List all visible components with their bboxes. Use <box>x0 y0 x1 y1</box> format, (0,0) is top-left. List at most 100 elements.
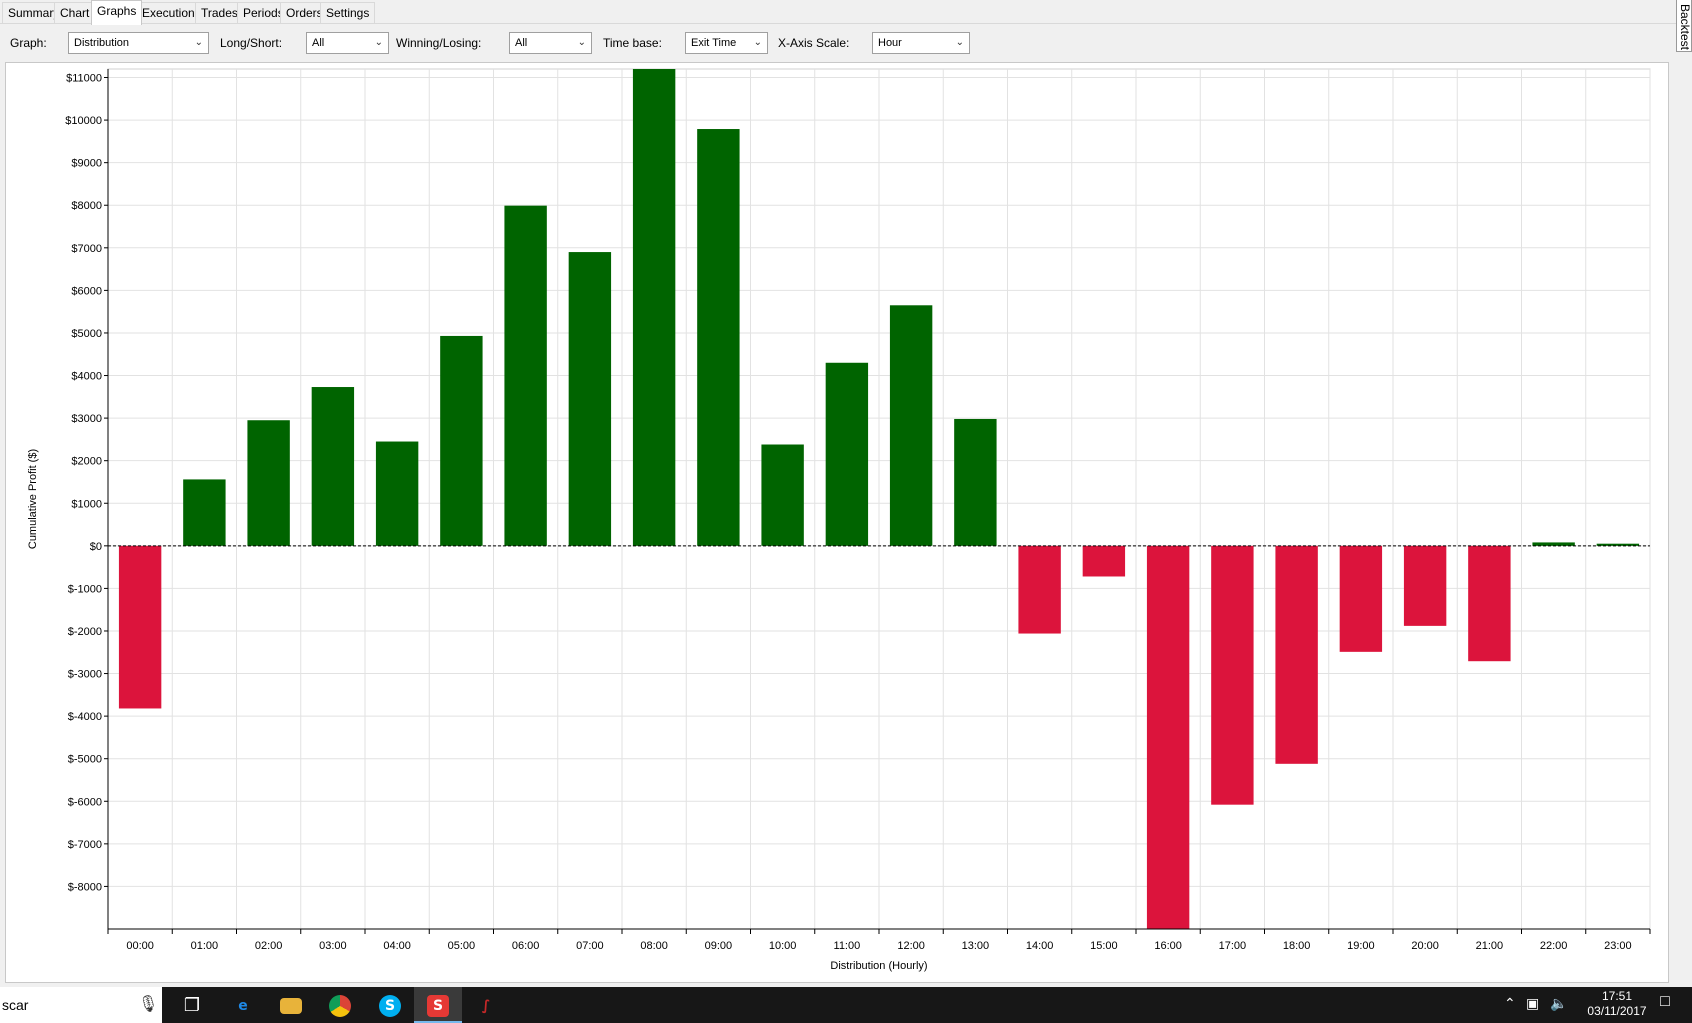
x-tick-label: 08:00 <box>640 940 668 952</box>
bar-1600 <box>1146 545 1190 929</box>
x-tick-label: 19:00 <box>1347 940 1375 952</box>
x-tick-label: 22:00 <box>1540 940 1568 952</box>
y-tick-label: $4000 <box>71 371 102 383</box>
x-tick-label: 10:00 <box>769 940 797 952</box>
y-tick-label: $-3000 <box>68 669 102 681</box>
y-tick-label: $3000 <box>71 413 102 425</box>
windows-taskbar: scar 🎙 ❐ e S S ∫ ⌃ ▣ 🔈 17:51 03/11/2017 … <box>0 987 1692 1023</box>
skype-icon[interactable]: S <box>366 987 414 1023</box>
chevron-down-icon: ⌄ <box>374 37 383 48</box>
edge-icon[interactable]: e <box>219 987 267 1023</box>
graph-select[interactable]: Distribution ⌄ <box>68 32 209 54</box>
y-tick-label: $1000 <box>71 498 102 510</box>
x-tick-label: 09:00 <box>705 940 733 952</box>
y-tick-label: $7000 <box>71 243 102 255</box>
bar-1900 <box>1339 545 1383 652</box>
bar-1200 <box>889 305 933 546</box>
x-tick-label: 00:00 <box>126 940 154 952</box>
x-tick-label: 06:00 <box>512 940 540 952</box>
search-text: scar <box>2 997 29 1013</box>
task-view-icon[interactable]: ❐ <box>168 987 216 1023</box>
timebase-select[interactable]: Exit Time ⌄ <box>685 32 768 54</box>
network-icon[interactable]: ▣ <box>1526 995 1539 1012</box>
x-tick-label: 20:00 <box>1411 940 1439 952</box>
bar-1800 <box>1275 545 1318 764</box>
tab-chart[interactable]: Chart <box>54 2 96 23</box>
longshort-label: Long/Short: <box>220 36 283 50</box>
bar-1400 <box>1018 545 1061 634</box>
s-app-icon[interactable]: S <box>414 987 462 1023</box>
bar-0500 <box>440 335 483 546</box>
file-explorer-icon[interactable] <box>267 987 315 1023</box>
bar-1300 <box>954 418 997 546</box>
y-tick-label: $5000 <box>71 328 102 340</box>
chevron-down-icon: ⌄ <box>577 37 586 48</box>
side-tab-label: Backtest <box>1678 4 1692 51</box>
y-tick-label: $8000 <box>71 200 102 212</box>
volume-icon[interactable]: 🔈 <box>1550 995 1567 1012</box>
y-axis-title: Cumulative Profit ($) <box>27 449 39 549</box>
winlose-select-value: All <box>515 37 528 49</box>
y-tick-label: $9000 <box>71 158 102 170</box>
system-clock[interactable]: 17:51 03/11/2017 <box>1573 989 1661 1019</box>
x-tick-label: 07:00 <box>576 940 604 952</box>
chevron-down-icon: ⌄ <box>955 37 964 48</box>
x-tick-label: 11:00 <box>834 940 861 952</box>
x-tick-label: 17:00 <box>1219 940 1247 952</box>
side-tab-backtest[interactable]: Backtest <box>1676 0 1692 52</box>
tab-graphs[interactable]: Graphs <box>91 0 143 25</box>
y-tick-label: $-6000 <box>68 796 102 808</box>
notification-icon[interactable]: □ <box>1650 993 1680 1017</box>
xscale-select-value: Hour <box>878 37 902 49</box>
bar-1000 <box>761 444 804 546</box>
bar-0400 <box>375 441 419 546</box>
graph-label: Graph: <box>10 36 47 50</box>
timebase-select-value: Exit Time <box>691 37 737 49</box>
app-window: Summary Chart Graphs Executions Trades P… <box>0 0 1692 1023</box>
graph-select-value: Distribution <box>74 37 130 49</box>
chevron-down-icon: ⌄ <box>753 37 762 48</box>
x-tick-label: 16:00 <box>1154 940 1182 952</box>
y-tick-label: $10000 <box>65 115 102 127</box>
x-tick-label: 05:00 <box>448 940 476 952</box>
bar-1500 <box>1082 545 1126 577</box>
bar-2000 <box>1403 545 1447 626</box>
bar-0100 <box>183 479 226 546</box>
x-tick-label: 18:00 <box>1283 940 1311 952</box>
bar-0800 <box>632 69 676 546</box>
bar-2100 <box>1468 545 1511 662</box>
chrome-icon[interactable] <box>316 987 364 1023</box>
y-tick-label: $-8000 <box>68 881 102 893</box>
taskbar-search-box[interactable]: scar 🎙 <box>0 987 162 1023</box>
graph-toolbar: Graph: Distribution ⌄ Long/Short: All ⌄ … <box>0 24 1676 62</box>
microphone-icon[interactable]: 🎙 <box>138 994 158 1014</box>
x-tick-label: 01:00 <box>191 940 219 952</box>
chevron-up-icon[interactable]: ⌃ <box>1504 995 1516 1012</box>
chart-panel: $11000 $10000 $9000 $8000 $7000 $6000 $5000 $40… <box>5 62 1669 983</box>
chevron-down-icon: ⌄ <box>194 37 203 48</box>
x-tick-label: 21:00 <box>1476 940 1504 952</box>
y-tick-label: $-2000 <box>68 626 102 638</box>
longshort-select[interactable]: All ⌄ <box>306 32 389 54</box>
bar-0300 <box>311 387 355 546</box>
bar-2200 <box>1532 542 1575 546</box>
distribution-chart: $11000 $10000 $9000 $8000 $7000 $6000 $5000 $40… <box>27 68 1651 972</box>
clock-date: 03/11/2017 <box>1587 1004 1647 1018</box>
x-tick-label: 13:00 <box>962 940 990 952</box>
ninjatrader-icon[interactable]: ∫ <box>462 987 510 1023</box>
longshort-select-value: All <box>312 37 325 49</box>
y-tick-label: $0 <box>90 541 102 553</box>
y-tick-label: $-1000 <box>68 583 102 595</box>
xscale-select[interactable]: Hour ⌄ <box>872 32 970 54</box>
bar-0200 <box>247 420 290 546</box>
tab-strip: Summary Chart Graphs Executions Trades P… <box>0 0 1676 25</box>
bar-0600 <box>504 205 547 546</box>
winlose-select[interactable]: All ⌄ <box>509 32 592 54</box>
y-tick-label: $2000 <box>71 456 102 468</box>
winlose-label: Winning/Losing: <box>396 36 482 50</box>
x-tick-label: 23:00 <box>1604 940 1632 952</box>
x-tick-label: 12:00 <box>897 940 925 952</box>
y-tick-label: $-7000 <box>68 839 102 851</box>
clock-time: 17:51 <box>1601 989 1633 1003</box>
tab-settings[interactable]: Settings <box>320 2 376 23</box>
